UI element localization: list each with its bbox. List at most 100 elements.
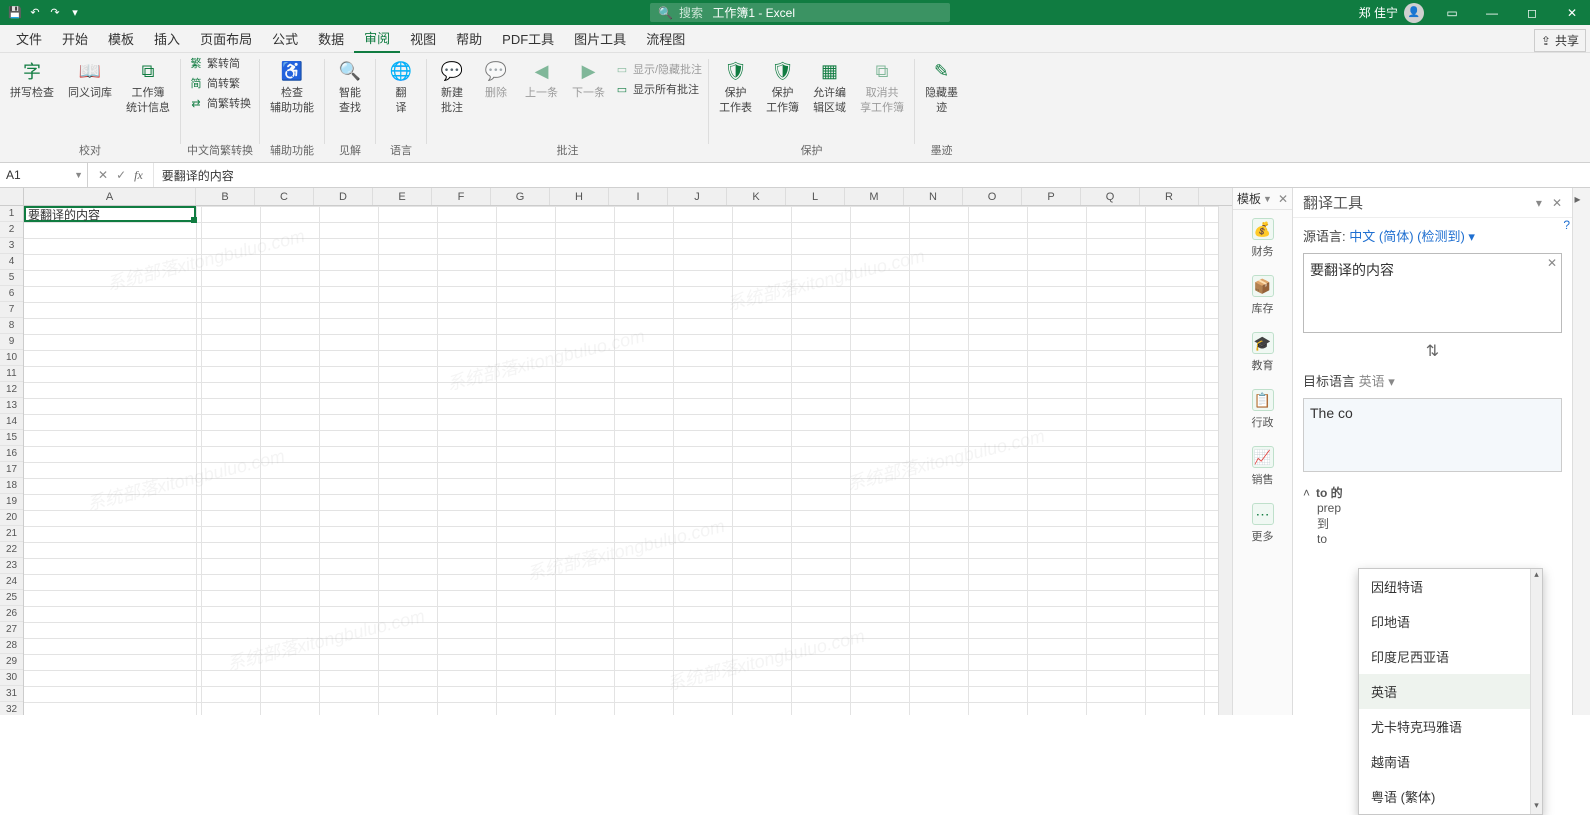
share-button[interactable]: ⇪ 共享 [1534, 29, 1586, 52]
protect-sheet-button[interactable]: 🛡保护工作表 [715, 55, 756, 117]
column-header-L[interactable]: L [786, 188, 845, 205]
spreadsheet-grid[interactable]: ABCDEFGHIJKLMNOPQR 123456789101112131415… [0, 188, 1232, 715]
template-pane-close-icon[interactable]: ✕ [1278, 192, 1288, 206]
cancel-formula-icon[interactable]: ✕ [98, 168, 108, 182]
pane-menu-icon[interactable]: ▾ [1536, 196, 1542, 210]
tab-view[interactable]: 视图 [400, 25, 446, 53]
template-item-4[interactable]: 📈销售 [1233, 438, 1292, 495]
column-header-B[interactable]: B [196, 188, 255, 205]
search-box[interactable]: 🔍 搜索 [650, 3, 950, 22]
row-header-31[interactable]: 31 [0, 686, 23, 702]
pane-close-icon[interactable]: ✕ [1552, 196, 1562, 210]
column-header-P[interactable]: P [1022, 188, 1081, 205]
delete-comment-button[interactable]: 💬删除 [477, 55, 515, 102]
template-item-2[interactable]: 🎓教育 [1233, 324, 1292, 381]
row-header-32[interactable]: 32 [0, 702, 23, 715]
column-header-K[interactable]: K [727, 188, 786, 205]
tab-home[interactable]: 开始 [52, 25, 98, 53]
row-header-8[interactable]: 8 [0, 318, 23, 334]
ribbon-options-icon[interactable]: ▭ [1434, 0, 1470, 25]
show-hide-comment-button[interactable]: ▭显示/隐藏批注 [615, 61, 702, 77]
maximize-button[interactable]: ◻ [1514, 0, 1550, 25]
tab-templates[interactable]: 模板 [98, 25, 144, 53]
column-header-M[interactable]: M [845, 188, 904, 205]
pane-tab-icon[interactable]: ▸ [1575, 192, 1589, 206]
active-cell-a1[interactable]: 要翻译的内容 [24, 206, 196, 222]
formula-input[interactable]: 要翻译的内容 [154, 163, 1590, 187]
minimize-button[interactable]: — [1474, 0, 1510, 25]
row-header-15[interactable]: 15 [0, 430, 23, 446]
row-header-5[interactable]: 5 [0, 270, 23, 286]
row-header-21[interactable]: 21 [0, 526, 23, 542]
tab-picture[interactable]: 图片工具 [564, 25, 636, 53]
column-header-J[interactable]: J [668, 188, 727, 205]
swap-languages-button[interactable]: ⇅ [1293, 339, 1572, 363]
row-header-30[interactable]: 30 [0, 670, 23, 686]
row-header-25[interactable]: 25 [0, 590, 23, 606]
row-header-6[interactable]: 6 [0, 286, 23, 302]
column-header-Q[interactable]: Q [1081, 188, 1140, 205]
source-language-select[interactable]: 中文 (简体) (检测到) ▾ [1349, 229, 1475, 244]
row-header-11[interactable]: 11 [0, 366, 23, 382]
allow-edit-ranges-button[interactable]: ▦允许编辑区域 [809, 55, 850, 117]
column-header-G[interactable]: G [491, 188, 550, 205]
translate-button[interactable]: 🌐翻译 [382, 55, 420, 117]
scroll-down-icon[interactable]: ▾ [1531, 800, 1542, 814]
language-option[interactable]: 英语 [1359, 674, 1542, 709]
row-header-10[interactable]: 10 [0, 350, 23, 366]
smart-lookup-button[interactable]: 🔍智能查找 [331, 55, 369, 117]
language-option[interactable]: 因纽特语 [1359, 569, 1542, 604]
help-icon[interactable]: ? [1563, 218, 1570, 232]
tab-insert[interactable]: 插入 [144, 25, 190, 53]
tab-review[interactable]: 审阅 [354, 25, 400, 53]
name-box[interactable]: A1 ▼ [0, 163, 88, 187]
column-header-A[interactable]: A [24, 188, 196, 205]
column-header-I[interactable]: I [609, 188, 668, 205]
cells-area[interactable]: 要翻译的内容 系统部落xitongbuluo.com 系统部落xitongbul… [24, 206, 1232, 715]
collapse-icon[interactable]: ˄ [1303, 486, 1310, 500]
row-header-27[interactable]: 27 [0, 622, 23, 638]
close-button[interactable]: ✕ [1554, 0, 1590, 25]
next-comment-button[interactable]: ▶下一条 [568, 55, 609, 102]
column-header-R[interactable]: R [1140, 188, 1199, 205]
row-header-7[interactable]: 7 [0, 302, 23, 318]
row-header-3[interactable]: 3 [0, 238, 23, 254]
row-header-29[interactable]: 29 [0, 654, 23, 670]
row-header-23[interactable]: 23 [0, 558, 23, 574]
column-header-H[interactable]: H [550, 188, 609, 205]
target-language-select[interactable]: 英语 ▾ [1359, 374, 1395, 389]
redo-icon[interactable]: ↷ [48, 6, 62, 20]
row-header-20[interactable]: 20 [0, 510, 23, 526]
unshare-workbook-button[interactable]: ⧉取消共享工作簿 [856, 55, 908, 117]
simp-trad-convert-button[interactable]: ⇄简繁转换 [189, 95, 251, 111]
row-header-17[interactable]: 17 [0, 462, 23, 478]
simp-to-trad-button[interactable]: 简简转繁 [189, 75, 251, 91]
language-option[interactable]: 粤语 (繁体) [1359, 779, 1542, 814]
accept-formula-icon[interactable]: ✓ [116, 168, 126, 182]
column-header-E[interactable]: E [373, 188, 432, 205]
column-header-O[interactable]: O [963, 188, 1022, 205]
clear-source-icon[interactable]: ✕ [1547, 256, 1557, 270]
source-text-input[interactable]: 要翻译的内容 ✕ [1303, 253, 1562, 333]
undo-icon[interactable]: ↶ [28, 6, 42, 20]
language-option[interactable]: 印度尼西亚语 [1359, 639, 1542, 674]
tab-flowchart[interactable]: 流程图 [636, 25, 695, 53]
row-header-26[interactable]: 26 [0, 606, 23, 622]
row-header-2[interactable]: 2 [0, 222, 23, 238]
row-header-22[interactable]: 22 [0, 542, 23, 558]
language-option[interactable]: 印地语 [1359, 604, 1542, 639]
row-header-14[interactable]: 14 [0, 414, 23, 430]
row-header-12[interactable]: 12 [0, 382, 23, 398]
save-icon[interactable]: 💾 [8, 6, 22, 20]
row-header-24[interactable]: 24 [0, 574, 23, 590]
column-header-D[interactable]: D [314, 188, 373, 205]
row-header-19[interactable]: 19 [0, 494, 23, 510]
workbook-stats-button[interactable]: ⧉工作簿统计信息 [122, 55, 174, 117]
scroll-up-icon[interactable]: ▴ [1531, 569, 1542, 583]
template-item-5[interactable]: ⋯更多 [1233, 495, 1292, 552]
row-headers[interactable]: 1234567891011121314151617181920212223242… [0, 206, 24, 715]
tab-page-layout[interactable]: 页面布局 [190, 25, 262, 53]
row-header-16[interactable]: 16 [0, 446, 23, 462]
column-header-C[interactable]: C [255, 188, 314, 205]
template-item-1[interactable]: 📦库存 [1233, 267, 1292, 324]
